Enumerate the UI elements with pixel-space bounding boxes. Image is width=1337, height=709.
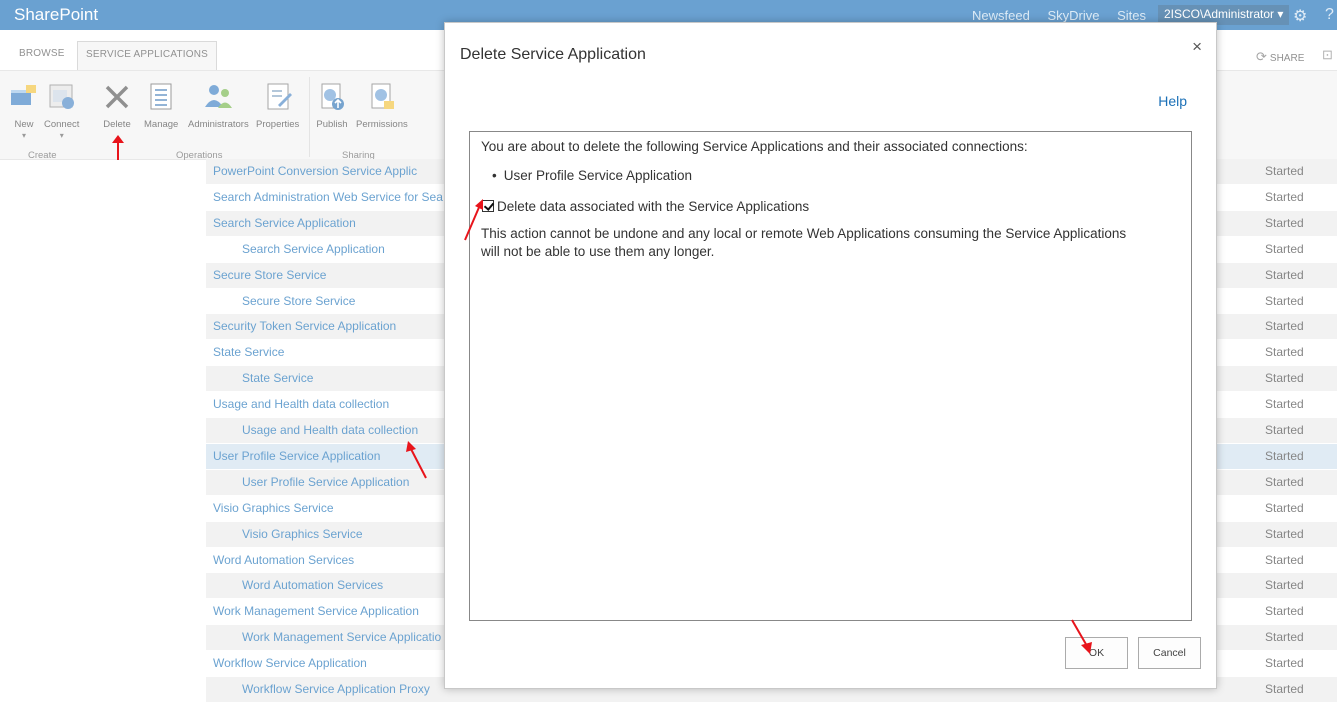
delete-data-checkbox-row[interactable]: Delete data associated with the Service … [482, 199, 809, 214]
annotation-arrow-icon [464, 199, 483, 241]
delete-service-application-dialog: Delete Service Application × Help You ar… [444, 22, 1217, 689]
bullet-item: • User Profile Service Application [492, 168, 692, 183]
delete-message: You are about to delete the following Se… [481, 139, 1028, 154]
bullet-text: User Profile Service Application [503, 168, 693, 183]
delete-data-checkbox-label[interactable]: Delete data associated with the Service … [497, 199, 809, 214]
cancel-button[interactable]: Cancel [1138, 637, 1201, 669]
dialog-title: Delete Service Application [460, 46, 646, 63]
close-icon[interactable]: × [1192, 37, 1202, 57]
dialog-content-box: You are about to delete the following Se… [469, 131, 1192, 621]
help-link[interactable]: Help [1158, 93, 1187, 109]
bullet-icon: • [492, 168, 497, 183]
warning-text: This action cannot be undone and any loc… [481, 226, 1127, 259]
annotation-arrow-icon [406, 441, 427, 479]
annotation-arrow-icon [1071, 619, 1092, 654]
annotation-arrow-icon [112, 135, 124, 160]
